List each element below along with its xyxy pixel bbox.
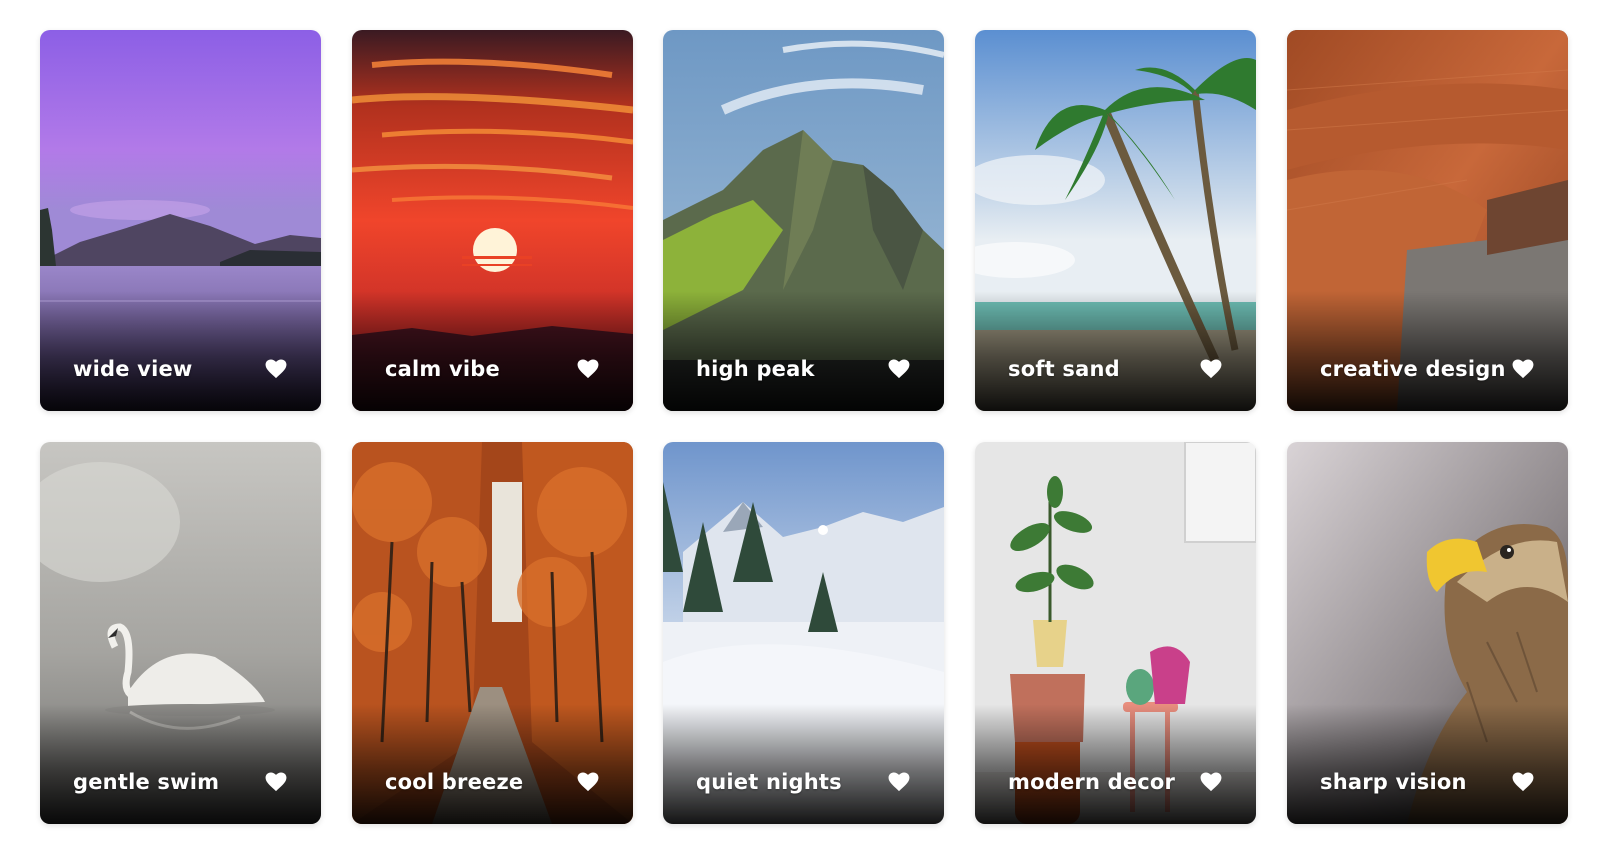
card-caption: high peak bbox=[696, 357, 815, 381]
photo-card[interactable]: high peak bbox=[663, 30, 944, 411]
heart-icon[interactable] bbox=[1200, 359, 1222, 379]
heart-icon[interactable] bbox=[1512, 772, 1534, 792]
photo-card[interactable]: calm vibe bbox=[352, 30, 633, 411]
caption-gradient bbox=[352, 291, 633, 411]
photo-card[interactable]: modern decor bbox=[975, 442, 1256, 824]
card-caption: gentle swim bbox=[73, 770, 220, 794]
card-caption: cool breeze bbox=[385, 770, 524, 794]
photo-card[interactable]: sharp vision bbox=[1287, 442, 1568, 824]
caption-gradient bbox=[1287, 291, 1568, 411]
caption-gradient bbox=[975, 291, 1256, 411]
heart-icon[interactable] bbox=[265, 772, 287, 792]
card-caption: creative design bbox=[1320, 357, 1506, 381]
photo-card[interactable]: creative design bbox=[1287, 30, 1568, 411]
card-caption: sharp vision bbox=[1320, 770, 1467, 794]
photo-card[interactable]: quiet nights bbox=[663, 442, 944, 824]
heart-icon[interactable] bbox=[1200, 772, 1222, 792]
heart-icon[interactable] bbox=[888, 772, 910, 792]
caption-gradient bbox=[1287, 704, 1568, 824]
heart-icon[interactable] bbox=[1512, 359, 1534, 379]
card-caption: soft sand bbox=[1008, 357, 1120, 381]
caption-gradient bbox=[975, 704, 1256, 824]
photo-card[interactable]: gentle swim bbox=[40, 442, 321, 824]
photo-card[interactable]: cool breeze bbox=[352, 442, 633, 824]
caption-gradient bbox=[40, 291, 321, 411]
caption-gradient bbox=[663, 291, 944, 411]
card-caption: modern decor bbox=[1008, 770, 1176, 794]
heart-icon[interactable] bbox=[577, 772, 599, 792]
caption-gradient bbox=[352, 704, 633, 824]
card-caption: calm vibe bbox=[385, 357, 500, 381]
card-caption: quiet nights bbox=[696, 770, 842, 794]
heart-icon[interactable] bbox=[577, 359, 599, 379]
card-caption: wide view bbox=[73, 357, 193, 381]
caption-gradient bbox=[663, 704, 944, 824]
photo-card[interactable]: wide view bbox=[40, 30, 321, 411]
photo-gallery-grid: wide view calm vibe high peak soft sand … bbox=[0, 0, 1600, 848]
heart-icon[interactable] bbox=[888, 359, 910, 379]
caption-gradient bbox=[40, 704, 321, 824]
heart-icon[interactable] bbox=[265, 359, 287, 379]
photo-card[interactable]: soft sand bbox=[975, 30, 1256, 411]
